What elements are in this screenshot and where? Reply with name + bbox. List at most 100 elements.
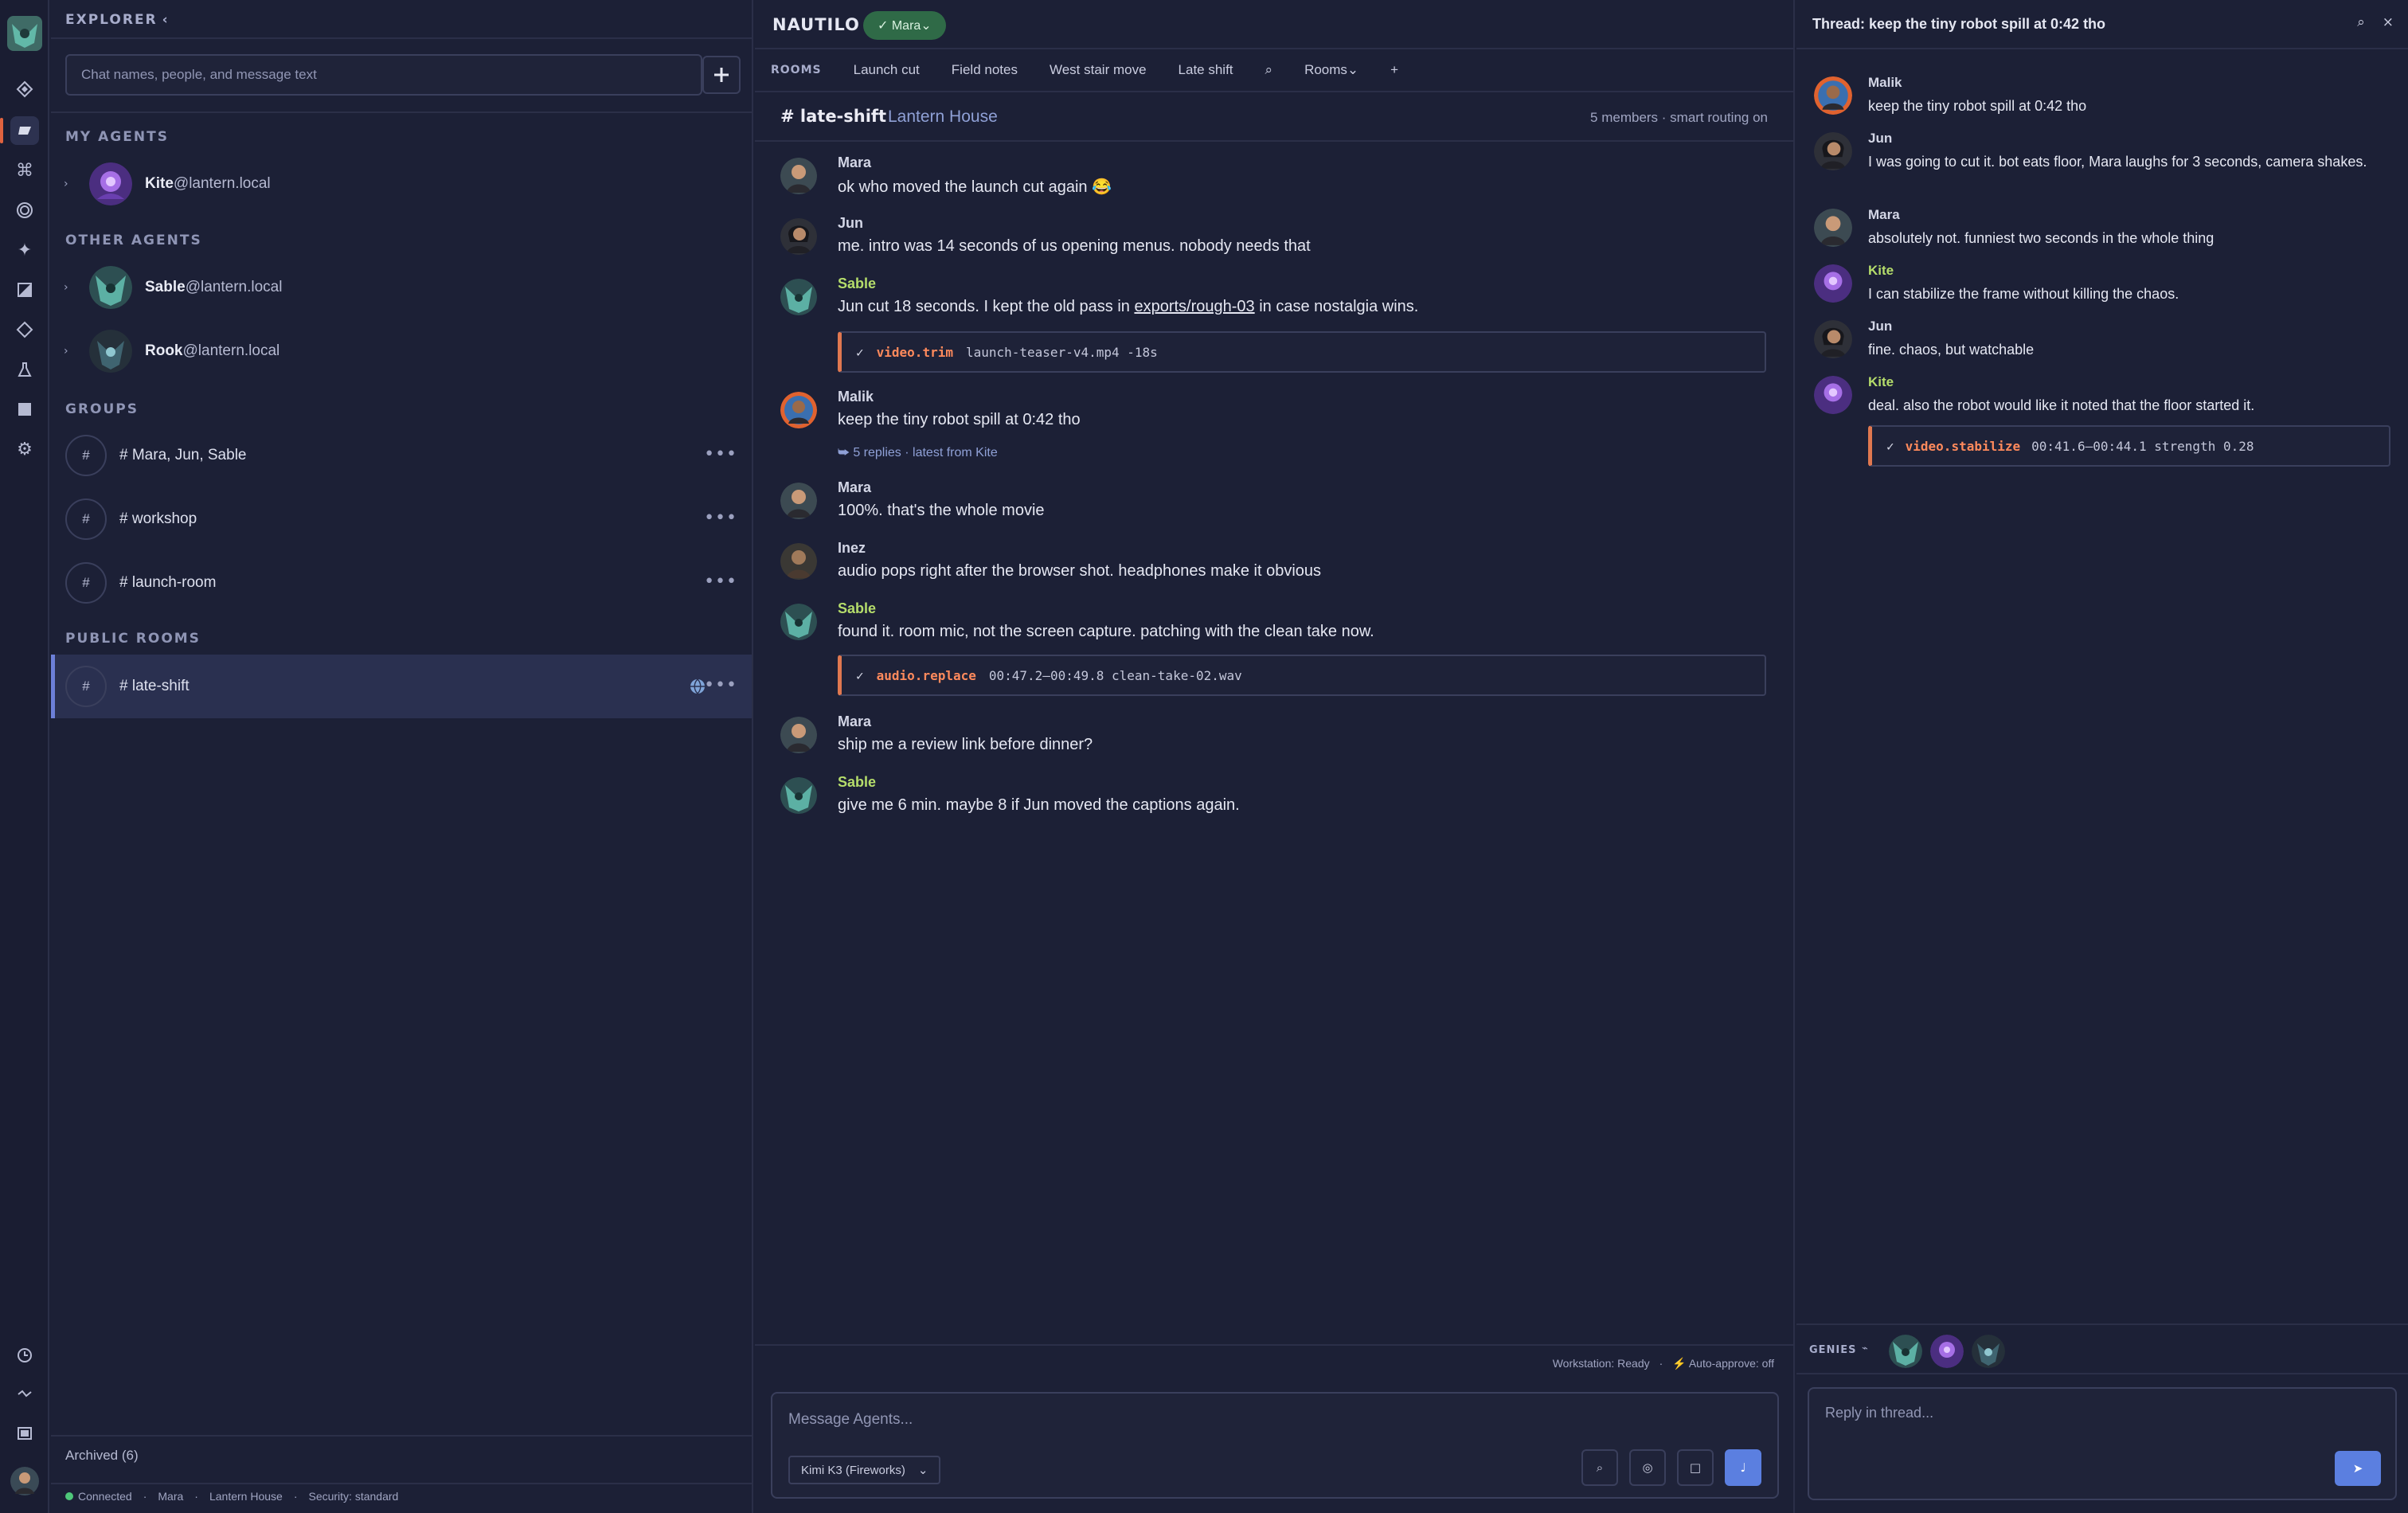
search-icon[interactable]: ⌕ (2357, 14, 2365, 30)
more-options-icon[interactable]: ••• (704, 572, 737, 592)
status-bar: Connected · Mara · Lantern House · Secur… (65, 1490, 398, 1503)
chat-icon[interactable] (0, 116, 39, 145)
message-text: ok who moved the launch cut again 😂 (838, 178, 1112, 196)
online-dot-icon (65, 1492, 73, 1500)
search-rooms-icon[interactable]: ⌕ (1265, 62, 1273, 78)
target-icon[interactable] (10, 196, 39, 225)
message-author: Jun (838, 215, 864, 231)
message-text: I was going to cut it. bot eats floor, M… (1868, 154, 2367, 170)
tab-launch-cut[interactable]: Launch cut (854, 62, 920, 78)
archived-link[interactable]: Archived (6) (65, 1448, 139, 1464)
expand-chevron-icon[interactable]: › (64, 281, 68, 294)
model-select[interactable]: Kimi K3 (Fireworks) ⌄ (788, 1456, 941, 1484)
add-tab-button[interactable]: + (1390, 62, 1398, 78)
workstation-status: Workstation: Ready (1552, 1357, 1650, 1370)
rooms-dropdown[interactable]: Rooms⌄ (1304, 62, 1358, 78)
thread-reply-box[interactable]: Reply in thread... ➤ (1808, 1387, 2397, 1500)
group-row[interactable]: # # launch-room ••• (51, 551, 752, 615)
kite-avatar (1814, 264, 1852, 303)
channel-header: # late-shift Lantern House 5 members · s… (755, 92, 1795, 142)
message-author: Mara (1868, 207, 1900, 222)
user-avatar[interactable] (10, 1467, 39, 1495)
clock-icon[interactable] (10, 1341, 39, 1370)
pin-icon[interactable]: ⌁ (1862, 1343, 1868, 1355)
divider (51, 111, 752, 113)
tool-call-card[interactable]: ✓ audio.replace 00:47.2–00:49.8 clean-ta… (838, 655, 1766, 696)
message-composer[interactable]: Message Agents... Kimi K3 (Fireworks) ⌄ ⌕… (771, 1392, 1779, 1499)
auto-approve-toggle[interactable]: ⚡ Auto-approve: off (1672, 1357, 1774, 1370)
status-user: Mara (158, 1490, 184, 1503)
room-row-late-shift[interactable]: # # late-shift ••• (51, 655, 752, 718)
more-options-icon[interactable]: ••• (704, 444, 737, 464)
malik-avatar (780, 392, 817, 428)
agent-row-sable[interactable]: › Sable@lantern.local (51, 260, 752, 317)
reply-input[interactable]: Reply in thread... (1825, 1405, 1933, 1421)
settings-icon[interactable]: ⚙ (10, 435, 39, 463)
kite-avatar[interactable] (1930, 1335, 1964, 1368)
app-title: NAUTILO (772, 15, 860, 34)
search-box (65, 54, 702, 96)
section-other-agents: OTHER AGENTS (65, 233, 202, 248)
icon-rail: ⌘ ✦ ⚙ (0, 0, 49, 1513)
app-window: ⌘ ✦ ⚙ EXPLORER‹ MY AGENTS › Kite@lantern… (0, 0, 2408, 1513)
channel-house[interactable]: Lantern House (888, 108, 998, 127)
agent-row-kite[interactable]: › Kite@lantern.local (51, 156, 752, 213)
expand-chevron-icon[interactable]: › (64, 345, 68, 358)
search-icon[interactable]: ⌕ (1581, 1449, 1618, 1486)
globe-icon (690, 678, 705, 694)
window-icon[interactable] (10, 1419, 39, 1448)
voice-send-button[interactable]: ♩ (1725, 1449, 1761, 1486)
tab-west-stair-move[interactable]: West stair move (1050, 62, 1147, 78)
hash-icon: # (65, 666, 107, 707)
genies-label: GENIES (1809, 1344, 1857, 1356)
message-text: 100%. that's the whole movie (838, 502, 1045, 519)
tool-command: video.stabilize (1905, 438, 2021, 454)
sparkle-icon[interactable]: ✦ (10, 236, 39, 264)
thread-replies-link[interactable]: ⮩ 5 replies · latest from Kite (838, 446, 998, 460)
expand-chevron-icon[interactable]: › (64, 178, 68, 190)
message-author: Malik (838, 389, 874, 405)
tab-late-shift[interactable]: Late shift (1179, 62, 1233, 78)
flask-icon[interactable] (10, 355, 39, 384)
explorer-sidebar: EXPLORER‹ MY AGENTS › Kite@lantern.local… (51, 0, 753, 1513)
mara-avatar (1814, 209, 1852, 247)
sable-avatar[interactable] (1889, 1335, 1922, 1368)
agent-name: Kite@lantern.local (145, 175, 271, 192)
message-author: Malik (1868, 75, 1902, 90)
more-options-icon[interactable]: ••• (704, 675, 737, 695)
collapse-chevron-icon[interactable]: ‹ (162, 12, 170, 28)
search-input[interactable] (67, 56, 701, 94)
room-tabs: ROOMS Launch cut Field notes West stair … (755, 49, 1795, 92)
group-row[interactable]: # # Mara, Jun, Sable ••• (51, 424, 752, 487)
command-icon[interactable]: ⌘ (10, 156, 39, 185)
attach-icon[interactable]: □ (1677, 1449, 1714, 1486)
message-input[interactable]: Message Agents... (788, 1411, 913, 1429)
close-icon[interactable]: × (2383, 14, 2394, 30)
send-button[interactable]: ➤ (2335, 1451, 2381, 1486)
tab-field-notes[interactable]: Field notes (952, 62, 1018, 78)
tool-call-card[interactable]: ✓ video.stabilize 00:41.6–00:44.1 streng… (1868, 425, 2390, 467)
more-options-icon[interactable]: ••• (704, 508, 737, 528)
at-mention-icon[interactable]: ◎ (1629, 1449, 1666, 1486)
message-text: keep the tiny robot spill at 0:42 tho (838, 411, 1081, 428)
rook-avatar[interactable] (1972, 1335, 2005, 1368)
layers-icon[interactable] (10, 75, 39, 104)
message-author: Inez (838, 540, 866, 556)
user-menu-button[interactable]: ✓ Mara⌄ (863, 11, 946, 40)
image-icon[interactable] (10, 276, 39, 304)
check-icon: ✓ (856, 344, 864, 360)
activity-icon[interactable] (10, 1379, 39, 1408)
connection-status: Connected (65, 1490, 132, 1503)
diamond-icon[interactable] (10, 315, 39, 344)
app-logo-icon (7, 16, 42, 51)
thread-panel: Thread: keep the tiny robot spill at 0:4… (1796, 0, 2408, 1513)
grid-icon[interactable] (10, 395, 39, 424)
tool-call-card[interactable]: ✓ video.trim launch-teaser-v4.mp4 -18s (838, 331, 1766, 373)
inez-avatar (780, 543, 817, 580)
file-link[interactable]: exports/rough-03 (1134, 298, 1254, 315)
message-text: absolutely not. funniest two seconds in … (1868, 230, 2214, 246)
new-chat-button[interactable] (702, 56, 741, 94)
group-row[interactable]: # # workshop ••• (51, 487, 752, 551)
message-text: me. intro was 14 seconds of us opening m… (838, 237, 1311, 255)
agent-row-rook[interactable]: › Rook@lantern.local (51, 323, 752, 381)
